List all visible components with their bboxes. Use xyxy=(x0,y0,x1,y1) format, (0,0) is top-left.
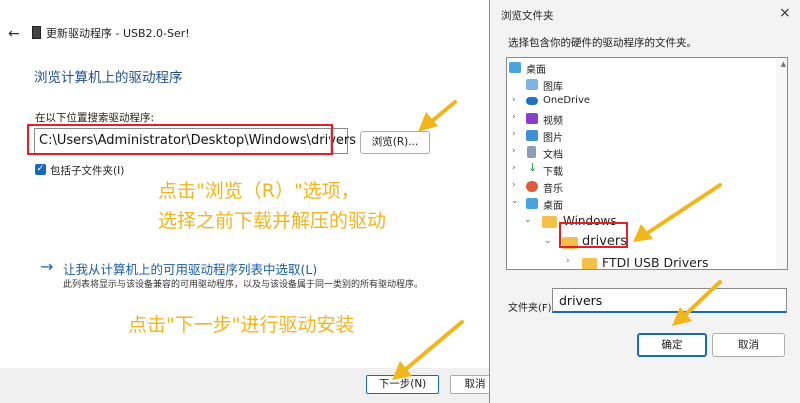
drivers-highlight-box xyxy=(559,222,628,248)
tree-item-label: FTDI USB Drivers xyxy=(602,255,709,270)
tree-item-label: 图库 xyxy=(543,82,563,93)
tree-item-label: 桌面 xyxy=(543,201,563,212)
tree-item-label: 视频 xyxy=(543,116,563,127)
folder-input-value[interactable]: drivers xyxy=(559,293,602,308)
scroll-up-icon[interactable]: ▲ xyxy=(781,60,786,68)
annotation-step1-line1: 点击"浏览（R）"选项， xyxy=(158,180,360,202)
video-icon xyxy=(526,113,538,124)
annotation-step1-line2: 选择之前下载并解压的驱动 xyxy=(158,210,387,232)
folder-icon xyxy=(542,216,557,228)
cancel-button[interactable]: 取消 xyxy=(712,333,785,357)
chevron-right-icon[interactable]: › xyxy=(566,256,570,266)
tree-item-desktop[interactable]: ⌄ 桌面 xyxy=(507,195,775,212)
tree-item-music[interactable]: › 音乐 xyxy=(507,178,775,195)
tree-item-label: 桌面 xyxy=(526,65,546,76)
dialog-title: 浏览文件夹 xyxy=(501,10,554,22)
pick-from-list-link[interactable]: 让我从计算机上的可用驱动程序列表中选取(L) xyxy=(63,259,317,278)
chevron-right-icon[interactable]: › xyxy=(512,180,516,190)
browse-folder-dialog: 浏览文件夹 × 选择包含你的硬件的驱动程序的文件夹。 ▲ 桌面 图库 › One… xyxy=(489,0,800,403)
downloads-icon: ↓ xyxy=(528,161,538,174)
update-driver-dialog: ← 更新驱动程序 - USB2.0-Ser! 浏览计算机上的驱动程序 在以下位置… xyxy=(0,0,512,403)
chevron-right-icon[interactable]: › xyxy=(512,129,516,139)
include-subfolders-checkbox[interactable]: ✓ xyxy=(35,164,46,175)
tree-scrollbar[interactable]: ▲ xyxy=(776,58,787,269)
cloud-icon xyxy=(526,97,538,105)
chevron-down-icon[interactable]: ⌄ xyxy=(544,236,552,246)
browse-button[interactable]: 浏览(R)... xyxy=(360,131,430,154)
folder-instruction: 选择包含你的硬件的驱动程序的文件夹。 xyxy=(508,37,697,49)
tree-item-label: 音乐 xyxy=(543,184,563,195)
tree-item-pictures[interactable]: › 图片 xyxy=(507,127,775,144)
tree-item-label: 下载 xyxy=(543,167,563,178)
tree-item-label: OneDrive xyxy=(543,95,591,106)
music-icon xyxy=(526,181,538,192)
ok-button[interactable]: 确定 xyxy=(637,333,707,357)
annotation-step2: 点击"下一步"进行驱动安装 xyxy=(128,314,355,336)
folder-input[interactable]: drivers xyxy=(552,288,787,313)
usb-device-icon xyxy=(32,26,41,39)
include-subfolders-label[interactable]: 包括子文件夹(I) xyxy=(50,163,124,178)
folder-icon xyxy=(582,258,597,269)
documents-icon xyxy=(527,146,536,158)
folder-tree[interactable]: ▲ 桌面 图库 › OneDrive › 视频 › 图片 › 文档 › ↓ 下载… xyxy=(506,57,788,270)
gallery-icon xyxy=(526,79,538,90)
tree-item-windows[interactable]: ⌄ Windows xyxy=(507,212,775,232)
tree-item-drivers[interactable]: ⌄ drivers xyxy=(507,232,775,254)
dialog-title: 更新驱动程序 - USB2.0-Ser! xyxy=(46,27,190,40)
chevron-down-icon[interactable]: ⌄ xyxy=(524,215,532,225)
pictures-icon xyxy=(526,130,538,141)
tree-item-videos[interactable]: › 视频 xyxy=(507,110,775,127)
tree-item-label: 文档 xyxy=(543,150,563,161)
chevron-right-icon[interactable]: › xyxy=(512,163,516,173)
chevron-right-icon[interactable]: › xyxy=(512,112,516,122)
chevron-down-icon[interactable]: ⌄ xyxy=(511,196,519,206)
chevron-right-icon[interactable]: › xyxy=(512,146,516,156)
desktop-icon xyxy=(509,62,521,73)
tree-item-desktop-root[interactable]: 桌面 xyxy=(507,59,775,76)
tree-item-gallery[interactable]: 图库 xyxy=(507,76,775,93)
chevron-right-icon[interactable]: › xyxy=(512,95,516,105)
tree-item-ftdi-usb-drivers[interactable]: › FTDI USB Drivers xyxy=(507,254,775,270)
tree-item-documents[interactable]: › 文档 xyxy=(507,144,775,161)
desktop-icon xyxy=(526,198,538,209)
search-location-label: 在以下位置搜索驱动程序: xyxy=(35,112,155,124)
close-icon[interactable]: × xyxy=(779,5,791,21)
folder-field-label: 文件夹(F): xyxy=(508,303,555,314)
path-highlight-box xyxy=(27,124,333,155)
tree-item-downloads[interactable]: › ↓ 下载 xyxy=(507,161,775,178)
tree-item-onedrive[interactable]: › OneDrive xyxy=(507,93,775,109)
tree-item-label: 图片 xyxy=(543,133,563,144)
pick-from-list-description: 此列表将显示与该设备兼容的可用驱动程序，以及与该设备属于同一类别的所有驱动程序。 xyxy=(63,280,424,290)
back-arrow-icon[interactable]: ← xyxy=(8,26,20,42)
title-bar: ← 更新驱动程序 - USB2.0-Ser! xyxy=(0,0,512,62)
page-heading: 浏览计算机上的驱动程序 xyxy=(34,70,183,86)
arrow-right-icon[interactable]: → xyxy=(40,257,53,276)
next-button[interactable]: 下一步(N) xyxy=(366,375,439,394)
